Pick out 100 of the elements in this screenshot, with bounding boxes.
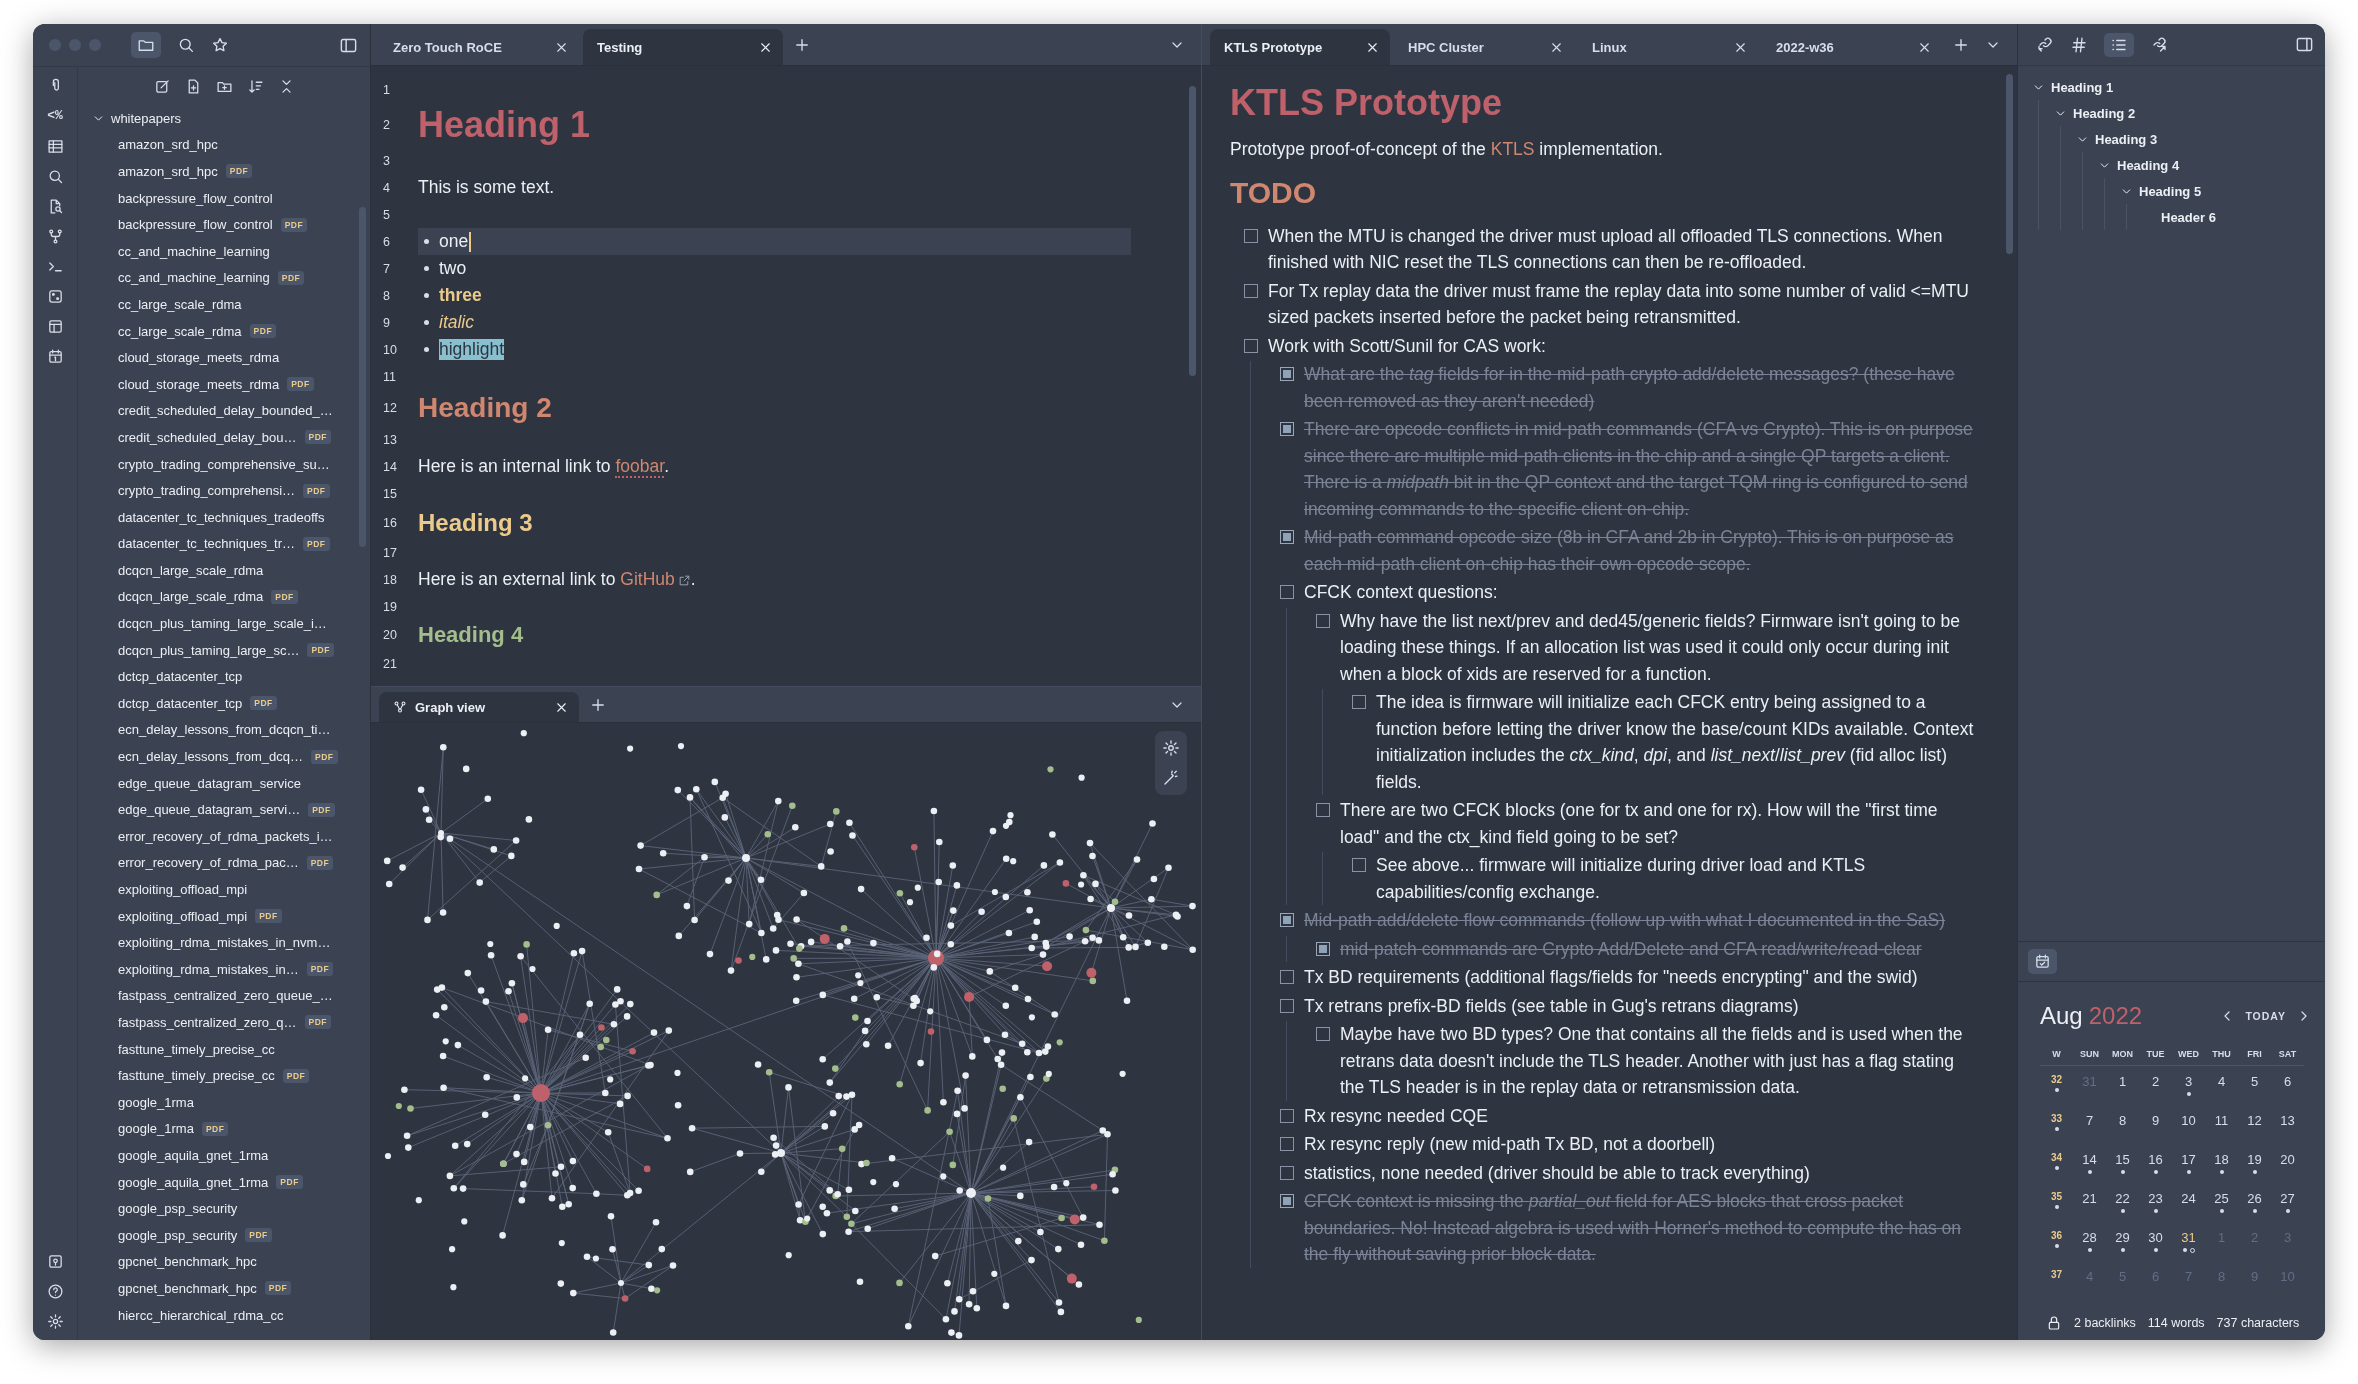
new-note-icon[interactable] [153,77,171,95]
file-name[interactable]: cc_and_machine_learning [118,270,270,286]
dice-icon[interactable] [46,288,64,305]
checkbox[interactable] [1352,695,1366,709]
vault-icon[interactable] [46,1253,64,1270]
checkbox[interactable] [1316,613,1330,628]
file-name[interactable]: amazon_srd_hpc [118,137,218,153]
file-name[interactable]: dcqcn_large_scale_rdma [118,562,264,578]
template-icon[interactable]: <% [47,107,63,125]
file-name[interactable]: fasttune_timely_precise_cc [118,1068,275,1084]
file-name[interactable]: crypto_trading_comprehensi… [118,483,296,499]
file-name[interactable]: dctcp_datacenter_tcp [118,669,243,685]
outline-heading[interactable]: Heading 5 [2139,183,2202,199]
calendar-day[interactable]: 18 [2214,1152,2229,1167]
file-name[interactable]: dcqcn_large_scale_rdma [118,589,264,605]
file-name[interactable]: google_1rma [118,1094,194,1110]
checkbox[interactable] [1316,803,1330,817]
scrollbar-thumb[interactable] [359,207,366,547]
checkbox[interactable] [1280,530,1294,544]
today-button[interactable]: TODAY [2245,1010,2286,1022]
checkbox[interactable] [1280,1108,1294,1123]
tab[interactable]: 2022-w36 [1762,29,1942,65]
file-name[interactable]: google_psp_security [118,1201,238,1217]
calendar-day[interactable]: 13 [2280,1113,2295,1128]
link-icon[interactable] [2036,35,2054,54]
calendar-day[interactable]: 31 [2181,1230,2196,1245]
checkbox[interactable] [1280,1137,1294,1151]
file-name[interactable]: gpcnet_benchmark_hpc [118,1254,257,1270]
checkbox[interactable] [1280,1194,1294,1208]
tab[interactable]: KTLS Prototype [1210,29,1390,65]
file-name[interactable]: gpcnet_benchmark_hpc [118,1280,257,1296]
calendar-day[interactable]: 3 [2184,1074,2193,1089]
file-name[interactable]: exploiting_rdma_mistakes_in… [118,961,299,977]
checkbox[interactable] [1280,970,1294,984]
outline-heading[interactable]: Heading 3 [2095,131,2158,147]
file-name[interactable]: error_recovery_of_rdma_packets_i… [118,828,333,844]
file-name[interactable]: fasttune_timely_precise_cc [118,1041,275,1057]
link[interactable]: foobar [615,456,665,478]
file-name[interactable]: exploiting_offload_mpi [118,908,248,924]
checkbox[interactable] [1280,422,1294,436]
file-name[interactable]: dcqcn_plus_taming_large_sc… [118,642,300,658]
hash-icon[interactable] [2070,35,2088,54]
calendar-day[interactable]: 21 [2082,1191,2097,1206]
checkbox[interactable] [1280,585,1294,599]
checkbox[interactable] [1280,1165,1294,1180]
file-name[interactable]: cloud_storage_meets_rdma [118,350,280,366]
file-name[interactable]: ecn_delay_lessons_from_dcq… [118,749,303,765]
checkbox[interactable] [1316,941,1330,956]
calendar-day[interactable]: 19 [2247,1152,2262,1167]
checkbox[interactable] [1280,998,1294,1013]
outline-heading[interactable]: Heading 1 [2051,79,2114,95]
tab[interactable]: HPC Cluster [1394,29,1574,65]
calendar-check-icon[interactable] [2034,953,2051,970]
calendar-day[interactable]: 17 [2181,1152,2196,1167]
calendar-day[interactable]: 16 [2148,1152,2163,1167]
outline-heading[interactable]: Heading 4 [2117,157,2180,173]
calendar-icon[interactable] [46,348,64,365]
file-name[interactable]: datacenter_tc_techniques_tr… [118,536,296,552]
calendar-day[interactable]: 9 [2151,1113,2160,1128]
outline-heading[interactable]: Heading 2 [2073,105,2136,121]
calendar-day[interactable]: 28 [2082,1230,2097,1245]
scrollbar-thumb[interactable] [2006,74,2013,254]
calendar-day[interactable]: 30 [2148,1230,2163,1245]
calendar-day[interactable]: 22 [2115,1191,2130,1206]
checkbox[interactable] [1280,913,1294,927]
file-name[interactable]: cc_large_scale_rdma [118,323,242,339]
file-name[interactable]: edge_queue_datagram_servi… [118,802,301,818]
file-name[interactable]: backpressure_flow_control [118,217,273,233]
calendar-day[interactable]: 1 [2118,1074,2127,1089]
calendar-day[interactable]: 8 [2118,1113,2127,1128]
file-name[interactable]: exploiting_rdma_mistakes_in_nvm… [118,935,331,951]
file-name[interactable]: fastpass_centralized_zero_q… [118,1015,297,1030]
file-name[interactable]: credit_scheduled_delay_bou… [118,429,297,445]
file-name[interactable]: google_aquila_gnet_1rma [118,1174,269,1190]
file-name[interactable]: amazon_srd_hpc [118,164,218,179]
file-name[interactable]: error_recovery_of_rdma_pac… [118,855,299,871]
calendar-day[interactable]: 2 [2151,1074,2160,1089]
calendar-day[interactable]: 12 [2247,1113,2262,1128]
file-name[interactable]: cloud_storage_meets_rdma [118,376,280,392]
table-icon[interactable] [46,138,64,155]
calendar-day[interactable]: 20 [2280,1152,2295,1167]
calendar-day[interactable]: 15 [2115,1152,2130,1167]
checkbox[interactable] [1280,367,1294,381]
sort-icon[interactable] [246,77,264,95]
calendar-day[interactable]: 11 [2214,1113,2229,1128]
checkbox[interactable] [1316,1027,1330,1041]
calendar-day[interactable]: 24 [2181,1191,2196,1206]
tab[interactable]: Testing [583,29,783,65]
calendar-day[interactable]: 14 [2082,1152,2097,1167]
file-name[interactable]: google_psp_security [118,1227,238,1243]
checkbox[interactable] [1244,283,1258,298]
calendar-day[interactable]: 27 [2280,1191,2295,1206]
file-name[interactable]: edge_queue_datagram_service [118,775,301,791]
tab[interactable]: Graph view [379,692,579,722]
file-name[interactable]: datacenter_tc_techniques_tradeoffs [118,509,325,525]
star-icon[interactable] [211,36,229,54]
outline-heading[interactable]: Header 6 [2161,209,2216,225]
backlinks-count[interactable]: 2 backlinks [2074,1316,2136,1330]
search-icon[interactable] [177,36,195,54]
folder-name[interactable]: whitepapers [111,110,182,126]
